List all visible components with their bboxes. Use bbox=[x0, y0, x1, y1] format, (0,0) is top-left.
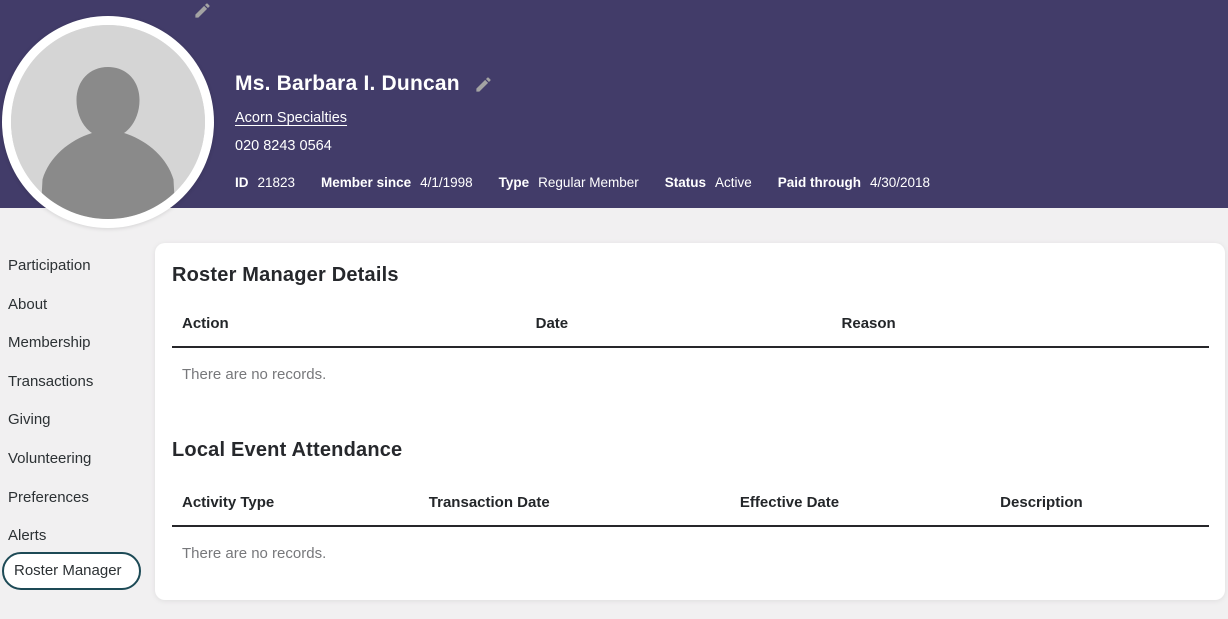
active-nav-pill[interactable]: Roster Manager bbox=[2, 552, 141, 590]
table-header-row: Activity Type Transaction Date Effective… bbox=[172, 495, 1209, 526]
local-event-attendance-table: Activity Type Transaction Date Effective… bbox=[172, 495, 1209, 527]
roster-manager-details-table: Action Date Reason bbox=[172, 316, 1209, 348]
meta-type: Type Regular Member bbox=[499, 173, 639, 192]
phone-number: 020 8243 0564 bbox=[235, 136, 332, 156]
column-header-description: Description bbox=[990, 495, 1209, 526]
sidebar-item-volunteering[interactable]: Volunteering bbox=[8, 448, 158, 487]
meta-status: Status Active bbox=[665, 173, 752, 192]
sidebar-item-giving[interactable]: Giving bbox=[8, 409, 158, 448]
profile-header: Ms. Barbara I. Duncan Acorn Specialties … bbox=[0, 0, 1228, 208]
organization-link[interactable]: Acorn Specialties bbox=[235, 108, 347, 128]
sidebar-item-preferences[interactable]: Preferences bbox=[8, 487, 158, 526]
person-silhouette-icon bbox=[11, 25, 205, 219]
meta-id: ID 21823 bbox=[235, 173, 295, 192]
column-header-date: Date bbox=[526, 316, 832, 347]
name-row: Ms. Barbara I. Duncan bbox=[235, 70, 493, 98]
avatar-edit-pencil-icon[interactable] bbox=[193, 1, 212, 20]
column-header-activity-type: Activity Type bbox=[172, 495, 419, 526]
meta-paid-through: Paid through 4/30/2018 bbox=[778, 173, 930, 192]
member-meta-row: ID 21823 Member since 4/1/1998 Type Regu… bbox=[235, 173, 930, 192]
section-title-local-event-attendance: Local Event Attendance bbox=[172, 437, 1209, 463]
roster-manager-panel: Roster Manager Details Action Date Reaso… bbox=[155, 243, 1225, 600]
no-records-message: There are no records. bbox=[172, 527, 1209, 564]
column-header-action: Action bbox=[172, 316, 526, 347]
profile-nav-sidebar: Participation About Membership Transacti… bbox=[8, 252, 158, 602]
section-title-roster-manager-details: Roster Manager Details bbox=[172, 262, 1209, 288]
column-header-effective-date: Effective Date bbox=[730, 495, 990, 526]
sidebar-item-about[interactable]: About bbox=[8, 294, 158, 333]
avatar bbox=[2, 16, 214, 228]
sidebar-item-membership[interactable]: Membership bbox=[8, 332, 158, 371]
column-header-transaction-date: Transaction Date bbox=[419, 495, 730, 526]
sidebar-item-roster-manager[interactable]: Roster Manager bbox=[8, 564, 158, 603]
sidebar-item-transactions[interactable]: Transactions bbox=[8, 371, 158, 410]
no-records-message: There are no records. bbox=[172, 348, 1209, 385]
header-info: Ms. Barbara I. Duncan Acorn Specialties … bbox=[235, 0, 1208, 208]
table-header-row: Action Date Reason bbox=[172, 316, 1209, 347]
sidebar-item-participation[interactable]: Participation bbox=[8, 255, 158, 294]
column-header-reason: Reason bbox=[832, 316, 1209, 347]
meta-member-since: Member since 4/1/1998 bbox=[321, 173, 473, 192]
member-name: Ms. Barbara I. Duncan bbox=[235, 70, 460, 98]
name-edit-pencil-icon[interactable] bbox=[474, 75, 493, 94]
